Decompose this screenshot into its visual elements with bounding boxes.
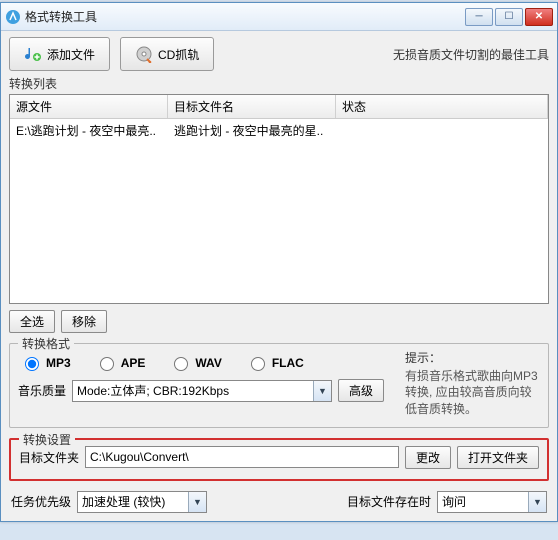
- list-buttons: 全选 移除: [9, 310, 549, 333]
- format-group: 转换格式 MP3 APE WAV FLAC 音乐质量 Mode:立体声; CBR…: [9, 343, 549, 428]
- format-legend: 转换格式: [18, 335, 74, 352]
- exists-combo[interactable]: 询问 ▼: [437, 491, 547, 513]
- advanced-button[interactable]: 高级: [338, 379, 384, 402]
- titlebar: 格式转换工具 ─ ☐ ✕: [1, 3, 557, 31]
- col-target[interactable]: 目标文件名: [168, 95, 336, 118]
- col-status[interactable]: 状态: [336, 95, 548, 118]
- chevron-down-icon: ▼: [188, 492, 206, 512]
- format-radios: MP3 APE WAV FLAC: [20, 354, 397, 371]
- quality-row: 音乐质量 Mode:立体声; CBR:192Kbps ▼ 高级: [18, 379, 397, 402]
- open-folder-button[interactable]: 打开文件夹: [457, 446, 539, 469]
- close-button[interactable]: ✕: [525, 8, 553, 26]
- window-title: 格式转换工具: [25, 8, 465, 25]
- toolbar: 添加文件 CD抓轨 无损音质文件切割的最佳工具: [9, 37, 549, 71]
- radio-flac[interactable]: FLAC: [246, 354, 304, 371]
- quality-label: 音乐质量: [18, 382, 66, 399]
- hint-title: 提示：: [405, 350, 540, 366]
- radio-ape-input[interactable]: [100, 357, 114, 371]
- folder-label: 目标文件夹: [19, 449, 79, 466]
- exists-value: 询问: [442, 493, 466, 510]
- tagline: 无损音质文件切割的最佳工具: [393, 46, 549, 63]
- hint-body: 有损音乐格式歌曲向MP3转换, 应由较高音质向较低音质转换。: [405, 368, 540, 417]
- cell-source: E:\逃跑计划 - 夜空中最亮..: [10, 119, 168, 142]
- priority-combo[interactable]: 加速处理 (较快) ▼: [77, 491, 207, 513]
- remove-button[interactable]: 移除: [61, 310, 107, 333]
- folder-input[interactable]: C:\Kugou\Convert\: [85, 446, 399, 468]
- add-file-button[interactable]: 添加文件: [9, 37, 110, 71]
- chevron-down-icon: ▼: [313, 381, 331, 401]
- select-all-button[interactable]: 全选: [9, 310, 55, 333]
- cd-rip-label: CD抓轨: [158, 46, 199, 63]
- priority-value: 加速处理 (较快): [82, 493, 165, 510]
- change-folder-button[interactable]: 更改: [405, 446, 451, 469]
- settings-group: 转换设置 目标文件夹 C:\Kugou\Convert\ 更改 打开文件夹: [9, 438, 549, 481]
- folder-value: C:\Kugou\Convert\: [90, 450, 189, 464]
- cd-rip-button[interactable]: CD抓轨: [120, 37, 214, 71]
- priority-label: 任务优先级: [11, 493, 71, 510]
- hint-box: 提示： 有损音乐格式歌曲向MP3转换, 应由较高音质向较低音质转换。: [405, 350, 540, 417]
- list-body[interactable]: E:\逃跑计划 - 夜空中最亮.. 逃跑计划 - 夜空中最亮的星..: [10, 119, 548, 303]
- cd-icon: [135, 45, 153, 63]
- app-icon: [5, 9, 21, 25]
- maximize-button[interactable]: ☐: [495, 8, 523, 26]
- quality-combo[interactable]: Mode:立体声; CBR:192Kbps ▼: [72, 380, 332, 402]
- radio-wav[interactable]: WAV: [169, 354, 221, 371]
- client-area: 添加文件 CD抓轨 无损音质文件切割的最佳工具 转换列表 源文件 目标文件名 状…: [1, 31, 557, 521]
- add-file-label: 添加文件: [47, 46, 95, 63]
- music-add-icon: [24, 45, 42, 63]
- cell-target: 逃跑计划 - 夜空中最亮的星..: [168, 119, 336, 142]
- exists-label: 目标文件存在时: [347, 493, 431, 510]
- col-source[interactable]: 源文件: [10, 95, 168, 118]
- bottom-row: 任务优先级 加速处理 (较快) ▼ 目标文件存在时 询问 ▼: [9, 491, 549, 513]
- app-window: 格式转换工具 ─ ☐ ✕ 添加文件 CD抓轨 无损音质文件切割的最佳工具 转换列…: [0, 2, 558, 522]
- radio-flac-input[interactable]: [251, 357, 265, 371]
- list-header: 源文件 目标文件名 状态: [10, 95, 548, 119]
- radio-ape[interactable]: APE: [95, 354, 146, 371]
- settings-legend: 转换设置: [19, 431, 75, 448]
- window-controls: ─ ☐ ✕: [465, 8, 553, 26]
- radio-wav-input[interactable]: [174, 357, 188, 371]
- cell-status: [336, 119, 548, 142]
- quality-value: Mode:立体声; CBR:192Kbps: [77, 382, 229, 399]
- list-row[interactable]: E:\逃跑计划 - 夜空中最亮.. 逃跑计划 - 夜空中最亮的星..: [10, 119, 548, 142]
- radio-mp3[interactable]: MP3: [20, 354, 71, 371]
- minimize-button[interactable]: ─: [465, 8, 493, 26]
- list-title: 转换列表: [9, 75, 549, 92]
- conversion-list: 源文件 目标文件名 状态 E:\逃跑计划 - 夜空中最亮.. 逃跑计划 - 夜空…: [9, 94, 549, 304]
- chevron-down-icon: ▼: [528, 492, 546, 512]
- radio-mp3-input[interactable]: [25, 357, 39, 371]
